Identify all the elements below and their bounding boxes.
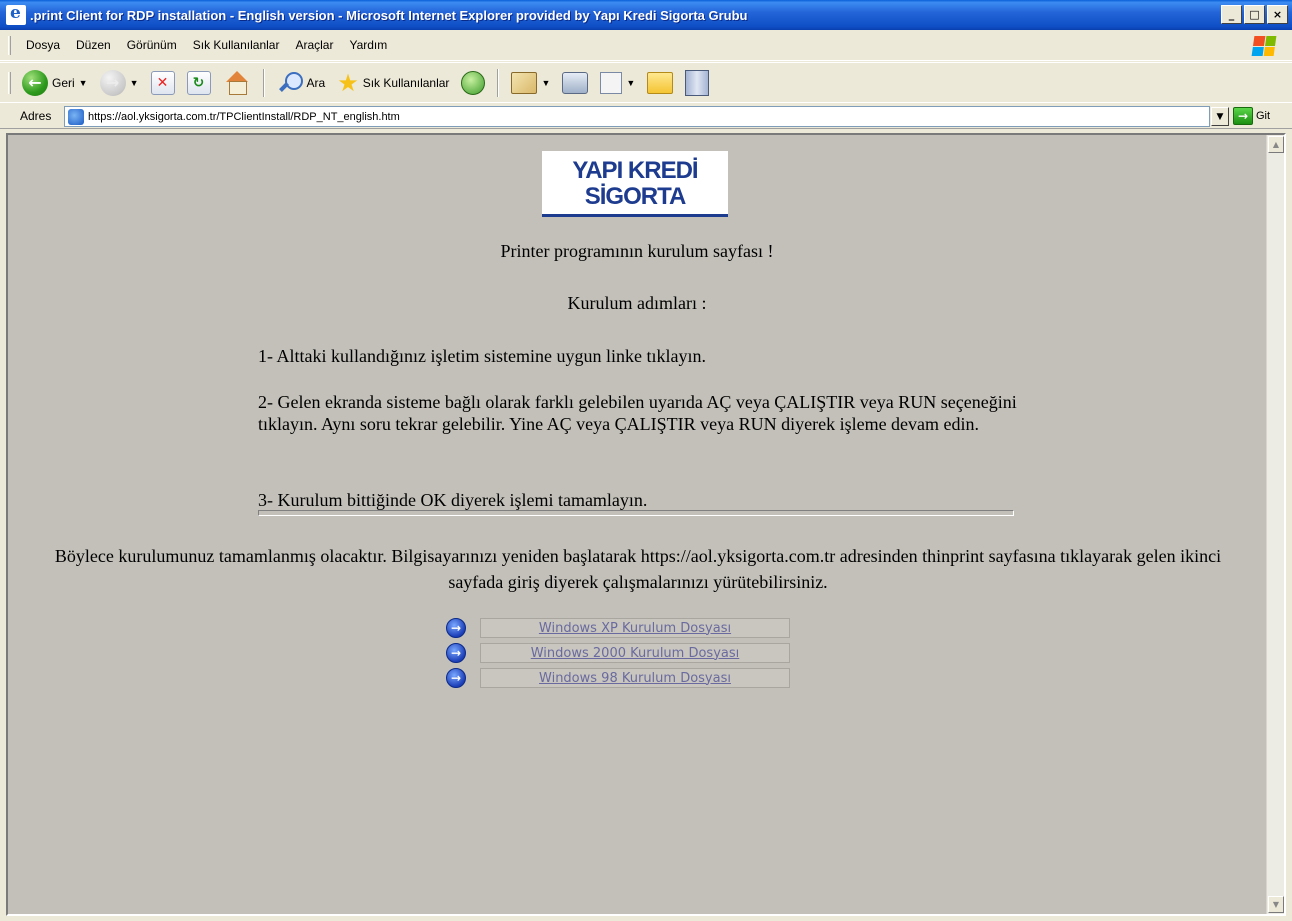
- research-icon: [685, 69, 710, 96]
- back-dropdown-icon[interactable]: ▼: [79, 78, 88, 88]
- logo-line1: YAPI KREDİ: [572, 157, 698, 184]
- edit-button[interactable]: ▼: [596, 67, 639, 99]
- arrow-right-icon[interactable]: →: [446, 643, 466, 663]
- go-arrow-icon: →: [1233, 107, 1253, 125]
- step-2: 2- Gelen ekranda sisteme bağlı olarak fa…: [258, 392, 1017, 434]
- folder-icon: [647, 71, 674, 94]
- download-link-98[interactable]: Windows 98 Kurulum Dosyası: [480, 668, 790, 688]
- menu-help[interactable]: Yardım: [341, 38, 395, 52]
- maximize-button[interactable]: □: [1244, 5, 1265, 24]
- arrow-right-icon[interactable]: →: [446, 618, 466, 638]
- logo-line2: SİGORTA: [584, 183, 687, 210]
- step-1: 1- Alttaki kullandığınız işletim sistemi…: [258, 346, 706, 366]
- go-button[interactable]: → Git: [1233, 107, 1270, 125]
- toolbar-grip[interactable]: [8, 72, 11, 94]
- title-bar[interactable]: .print Client for RDP installation - Eng…: [0, 0, 1292, 30]
- history-icon: [461, 70, 486, 95]
- download-row-2000: → Windows 2000 Kurulum Dosyası: [446, 642, 796, 664]
- refresh-icon: ↻: [186, 70, 211, 95]
- favorites-button[interactable]: ★ Sık Kullanılanlar: [333, 67, 453, 99]
- mail-icon: [511, 71, 538, 94]
- mail-button[interactable]: ▼: [507, 67, 554, 99]
- close-button[interactable]: ×: [1267, 5, 1288, 24]
- menu-bar: Dosya Düzen Görünüm Sık Kullanılanlar Ar…: [0, 30, 1292, 61]
- completion-text: Böylece kurulumunuz tamamlanmış olacaktı…: [54, 546, 1222, 592]
- download-link-2000[interactable]: Windows 2000 Kurulum Dosyası: [480, 643, 790, 663]
- page-content: YAPI KREDİ SİGORTA Printer programının k…: [8, 135, 1266, 914]
- menu-favorites[interactable]: Sık Kullanılanlar: [185, 38, 288, 52]
- scroll-up-icon[interactable]: ▲: [1268, 136, 1284, 153]
- step-3: 3- Kurulum bittiğinde OK diyerek işlemi …: [258, 490, 648, 510]
- back-button[interactable]: ← Geri ▼: [18, 67, 92, 99]
- forward-dropdown-icon[interactable]: ▼: [130, 78, 139, 88]
- research-button[interactable]: [681, 67, 713, 99]
- download-link-xp[interactable]: Windows XP Kurulum Dosyası: [480, 618, 790, 638]
- steps-title: Kurulum adımları :: [567, 293, 707, 313]
- menu-file[interactable]: Dosya: [18, 38, 68, 52]
- logo-underline: [542, 214, 728, 217]
- menu-edit[interactable]: Düzen: [68, 38, 119, 52]
- window-title: .print Client for RDP installation - Eng…: [30, 7, 748, 23]
- ie-icon[interactable]: [6, 3, 26, 25]
- refresh-button[interactable]: ↻: [183, 67, 215, 99]
- go-label: Git: [1256, 110, 1271, 122]
- download-row-98: → Windows 98 Kurulum Dosyası: [446, 667, 796, 689]
- edit-dropdown-icon[interactable]: ▼: [626, 78, 635, 88]
- address-label: Adres: [20, 109, 52, 123]
- address-bar: Adres https://aol.yksigorta.com.tr/TPCli…: [0, 104, 1292, 129]
- address-dropdown-icon[interactable]: ▼: [1211, 107, 1229, 126]
- menu-grip[interactable]: [8, 36, 11, 55]
- forward-button[interactable]: → ▼: [96, 67, 143, 99]
- forward-arrow-icon: →: [99, 69, 126, 96]
- minimize-button[interactable]: _: [1221, 5, 1242, 24]
- download-row-xp: → Windows XP Kurulum Dosyası: [446, 617, 796, 639]
- page-heading: Printer programının kurulum sayfası !: [500, 241, 774, 261]
- arrow-right-icon[interactable]: →: [446, 668, 466, 688]
- page-icon: [68, 108, 84, 125]
- page-viewport: YAPI KREDİ SİGORTA Printer programının k…: [6, 133, 1286, 916]
- home-button[interactable]: [219, 67, 255, 99]
- search-button[interactable]: Ara: [273, 67, 330, 99]
- search-label: Ara: [306, 75, 326, 90]
- vertical-scrollbar[interactable]: ▲ ▼: [1266, 135, 1284, 914]
- printer-icon: [562, 71, 589, 94]
- folder-button[interactable]: [643, 67, 677, 99]
- print-button[interactable]: [558, 67, 592, 99]
- history-button[interactable]: [457, 67, 489, 99]
- home-icon: [223, 70, 251, 96]
- window-controls: _ □ ×: [1221, 5, 1288, 24]
- menu-tools[interactable]: Araçlar: [287, 38, 341, 52]
- yapi-kredi-sigorta-logo: YAPI KREDİ SİGORTA: [542, 151, 728, 217]
- back-label: Geri: [52, 75, 75, 90]
- horizontal-rule: [258, 510, 1014, 516]
- mail-dropdown-icon[interactable]: ▼: [541, 78, 550, 88]
- toolbar-separator: [497, 68, 500, 97]
- back-arrow-icon: ←: [22, 69, 48, 96]
- stop-icon: ✕: [150, 70, 175, 95]
- toolbar: ← Geri ▼ → ▼ ✕ ↻ Ara ★ Sık Kullanılanlar…: [0, 62, 1292, 103]
- stop-button[interactable]: ✕: [147, 67, 179, 99]
- favorites-label: Sık Kullanılanlar: [362, 75, 450, 90]
- address-url[interactable]: https://aol.yksigorta.com.tr/TPClientIns…: [88, 111, 400, 123]
- windows-flag-icon: [1251, 35, 1277, 56]
- windows-flag-logo: [1244, 32, 1284, 59]
- address-input[interactable]: https://aol.yksigorta.com.tr/TPClientIns…: [64, 106, 1210, 127]
- star-icon: ★: [337, 68, 359, 97]
- scroll-down-icon[interactable]: ▼: [1268, 896, 1284, 913]
- toolbar-separator: [262, 68, 265, 97]
- search-icon: [277, 70, 303, 96]
- menu-view[interactable]: Görünüm: [119, 38, 185, 52]
- edit-page-icon: [600, 71, 623, 94]
